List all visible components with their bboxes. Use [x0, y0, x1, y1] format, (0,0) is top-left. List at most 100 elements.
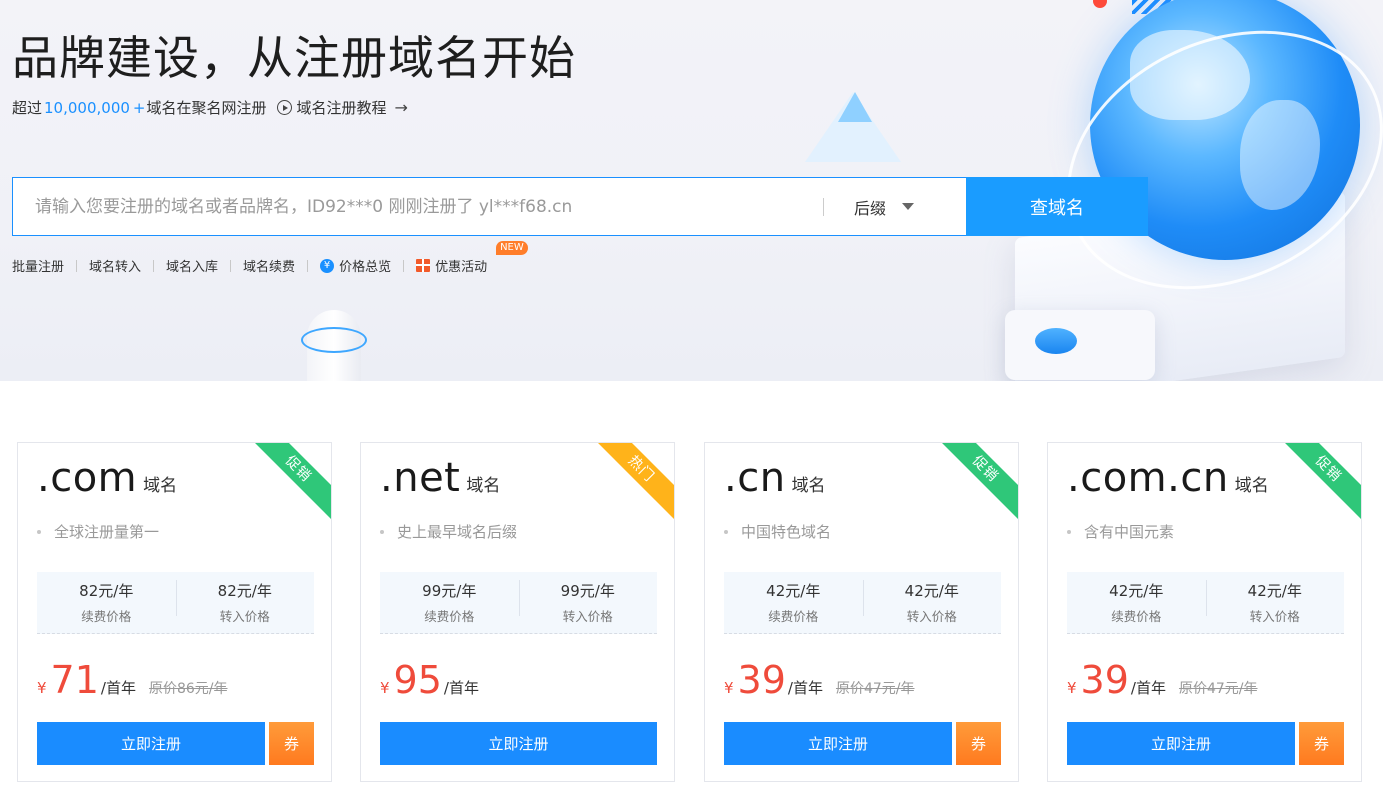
promo-ribbon: 促销 [930, 443, 1018, 524]
sale-unit: /首年 [1130, 679, 1166, 697]
transfer-price: 99元/年 [560, 582, 615, 600]
sale-unit: /首年 [100, 679, 136, 697]
transfer-label: 转入价格 [562, 609, 613, 624]
sale-price: 71 [50, 658, 99, 702]
promo-ribbon: 促销 [243, 443, 331, 524]
feature-text: 史上最早域名后缀 [397, 523, 518, 541]
transfer-price-col: 42元/年 转入价格 [862, 572, 1002, 633]
hero-subtitle: 超过 10,000,000 + 域名在聚名网注册 域名注册教程 → [12, 97, 408, 118]
renew-price-col: 82元/年 续费价格 [37, 572, 176, 633]
renew-price: 82元/年 [79, 582, 134, 600]
currency-symbol: ¥ [1067, 679, 1077, 697]
card-feature: 史上最早域名后缀 [380, 521, 517, 542]
search-domain-button[interactable]: 查域名 [966, 177, 1148, 236]
renew-price-col: 42元/年 续费价格 [724, 572, 863, 633]
decoration-button [1035, 328, 1077, 354]
sale-price: 39 [737, 658, 786, 702]
sale-price-row: ¥ 39 /首年 原价47元/年 [1067, 661, 1258, 699]
divider [230, 259, 232, 272]
arrow-right-icon: → [394, 98, 408, 117]
hero-banner: 品牌建设，从注册域名开始 超过 10,000,000 + 域名在聚名网注册 域名… [0, 0, 1383, 381]
sale-unit: /首年 [787, 679, 823, 697]
register-button[interactable]: 立即注册 [37, 722, 265, 765]
suffix-dropdown[interactable]: 后缀 [854, 195, 915, 219]
gift-icon [416, 259, 431, 272]
sale-price-row: ¥ 39 /首年 原价47元/年 [724, 661, 915, 699]
domain-extension: .net [380, 455, 461, 501]
original-price: 原价86元/年 [148, 681, 228, 697]
domain-extension: .com.cn [1067, 455, 1229, 501]
renew-price: 42元/年 [1109, 582, 1164, 600]
domain-extension: .com [37, 455, 138, 501]
currency-symbol: ¥ [37, 679, 47, 697]
bullet-icon [37, 529, 41, 534]
card-feature: 中国特色域名 [724, 521, 831, 542]
domain-card-com: 促销 .com 域名 全球注册量第一 82元/年 续费价格 82元/年 转入价格… [17, 442, 332, 782]
price-overview-link[interactable]: ¥ 价格总览 [320, 256, 391, 275]
sale-price: 39 [1080, 658, 1129, 702]
renew-label: 续费价格 [1111, 609, 1162, 624]
feature-text: 全球注册量第一 [54, 523, 160, 541]
register-button[interactable]: 立即注册 [380, 722, 657, 765]
card-heading: .cn 域名 [724, 455, 826, 501]
decoration-cylinder-ring [301, 327, 367, 353]
yen-icon: ¥ [320, 258, 335, 273]
transfer-price-col: 82元/年 转入价格 [175, 572, 315, 633]
tutorial-link[interactable]: 域名注册教程 → [276, 97, 408, 118]
transfer-in-link[interactable]: 域名转入 [89, 256, 141, 275]
domain-search-input[interactable] [13, 178, 813, 235]
original-price: 原价47元/年 [1178, 681, 1258, 697]
register-button[interactable]: 立即注册 [724, 722, 952, 765]
renew-price-col: 42元/年 续费价格 [1067, 572, 1206, 633]
coupon-button[interactable]: 券 [269, 722, 314, 765]
sale-price-row: ¥ 95 /首年 [380, 661, 479, 699]
search-divider [823, 197, 824, 216]
transfer-price: 82元/年 [217, 582, 272, 600]
card-heading: .com.cn 域名 [1067, 455, 1269, 501]
price-box: 99元/年 续费价格 99元/年 转入价格 [380, 572, 657, 634]
transfer-label: 转入价格 [219, 609, 270, 624]
coupon-button[interactable]: 券 [956, 722, 1001, 765]
renew-label: 续费价格 [768, 609, 819, 624]
domain-extension: .cn [724, 455, 786, 501]
promo-ribbon: 促销 [1273, 443, 1361, 524]
price-overview-label: 价格总览 [339, 260, 392, 275]
divider [153, 259, 155, 272]
divider [403, 259, 405, 272]
domain-extension-suffix: 域名 [1234, 476, 1269, 496]
tutorial-label: 域名注册教程 [296, 99, 387, 117]
card-feature: 全球注册量第一 [37, 521, 159, 542]
play-icon [276, 100, 292, 115]
transfer-price-col: 42元/年 转入价格 [1205, 572, 1345, 633]
feature-text: 含有中国元素 [1084, 523, 1175, 541]
feature-text: 中国特色域名 [741, 523, 832, 541]
decoration-pyramid-tip [838, 92, 872, 122]
bullet-icon [724, 529, 728, 534]
subtitle-prefix: 超过 [12, 99, 43, 117]
coupon-button[interactable]: 券 [1299, 722, 1344, 765]
divider [307, 259, 309, 272]
sale-price: 95 [393, 658, 442, 702]
subtitle-suffix: 域名在聚名网注册 [146, 99, 267, 117]
new-badge: NEW [496, 241, 528, 255]
transfer-price: 42元/年 [1247, 582, 1302, 600]
promotions-link[interactable]: 优惠活动 NEW [416, 241, 528, 275]
hot-ribbon: 热门 [586, 443, 674, 524]
card-heading: .net 域名 [380, 455, 500, 501]
bullet-icon [380, 529, 384, 534]
domain-deposit-link[interactable]: 域名入库 [166, 256, 218, 275]
currency-symbol: ¥ [724, 679, 734, 697]
domain-card-com-cn: 促销 .com.cn 域名 含有中国元素 42元/年 续费价格 42元/年 转入… [1047, 442, 1362, 782]
domain-card-cn: 促销 .cn 域名 中国特色域名 42元/年 续费价格 42元/年 转入价格 ¥… [704, 442, 1019, 782]
bullet-icon [1067, 529, 1071, 534]
decoration-keypad [1005, 310, 1155, 380]
batch-register-link[interactable]: 批量注册 [12, 256, 64, 275]
price-box: 42元/年 续费价格 42元/年 转入价格 [1067, 572, 1344, 634]
divider [76, 259, 78, 272]
caret-down-icon [902, 203, 915, 210]
transfer-label: 转入价格 [1249, 609, 1300, 624]
registration-count: 10,000,000 [44, 98, 130, 117]
domain-renew-link[interactable]: 域名续费 [243, 256, 295, 275]
renew-price-col: 99元/年 续费价格 [380, 572, 519, 633]
register-button[interactable]: 立即注册 [1067, 722, 1295, 765]
